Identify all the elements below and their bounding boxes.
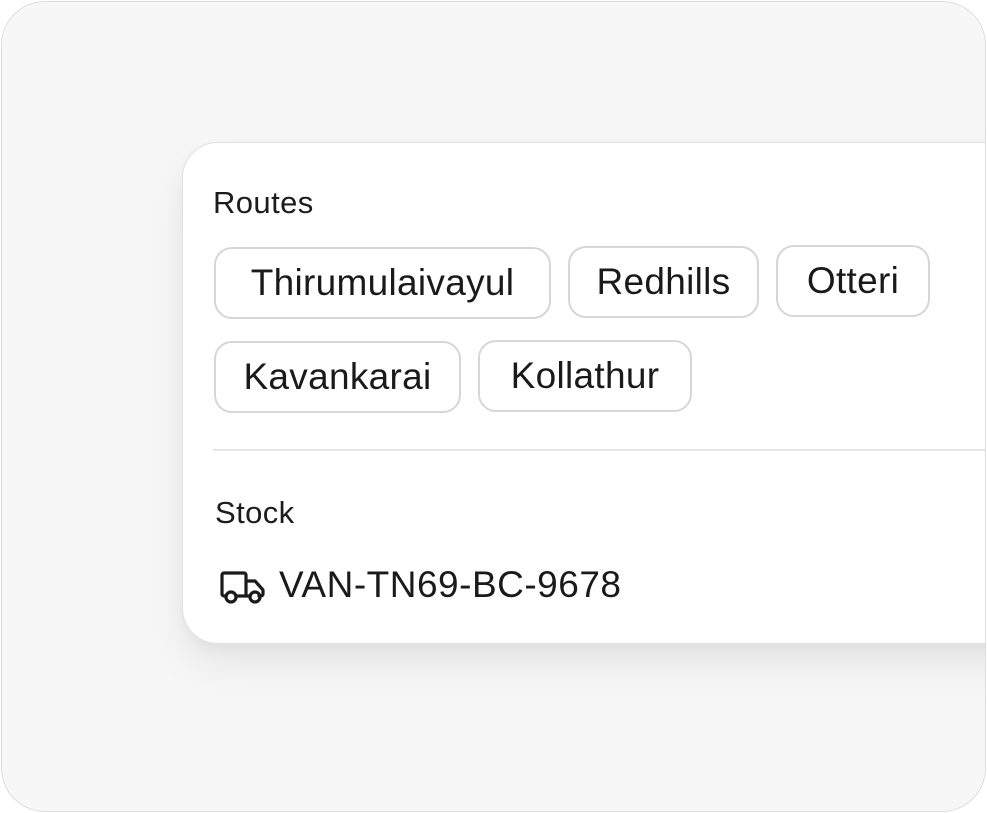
outer-frame: Routes Thirumulaivayul Redhills Otteri K… xyxy=(1,1,986,812)
section-divider xyxy=(213,449,985,451)
route-chip-redhills[interactable]: Redhills xyxy=(568,246,759,318)
routes-heading: Routes xyxy=(213,185,314,220)
route-chip-kavankarai[interactable]: Kavankarai xyxy=(214,341,461,413)
stock-heading: Stock xyxy=(215,495,295,530)
vehicle-id: VAN-TN69-BC-9678 xyxy=(279,564,622,605)
route-chip-thirumulaivayul[interactable]: Thirumulaivayul xyxy=(214,247,551,319)
stock-vehicle-row: VAN-TN69-BC-9678 xyxy=(219,563,621,607)
route-chip-otteri[interactable]: Otteri xyxy=(776,245,930,317)
details-card: Routes Thirumulaivayul Redhills Otteri K… xyxy=(182,142,985,644)
truck-icon xyxy=(219,565,267,605)
route-chip-kollathur[interactable]: Kollathur xyxy=(478,340,692,412)
